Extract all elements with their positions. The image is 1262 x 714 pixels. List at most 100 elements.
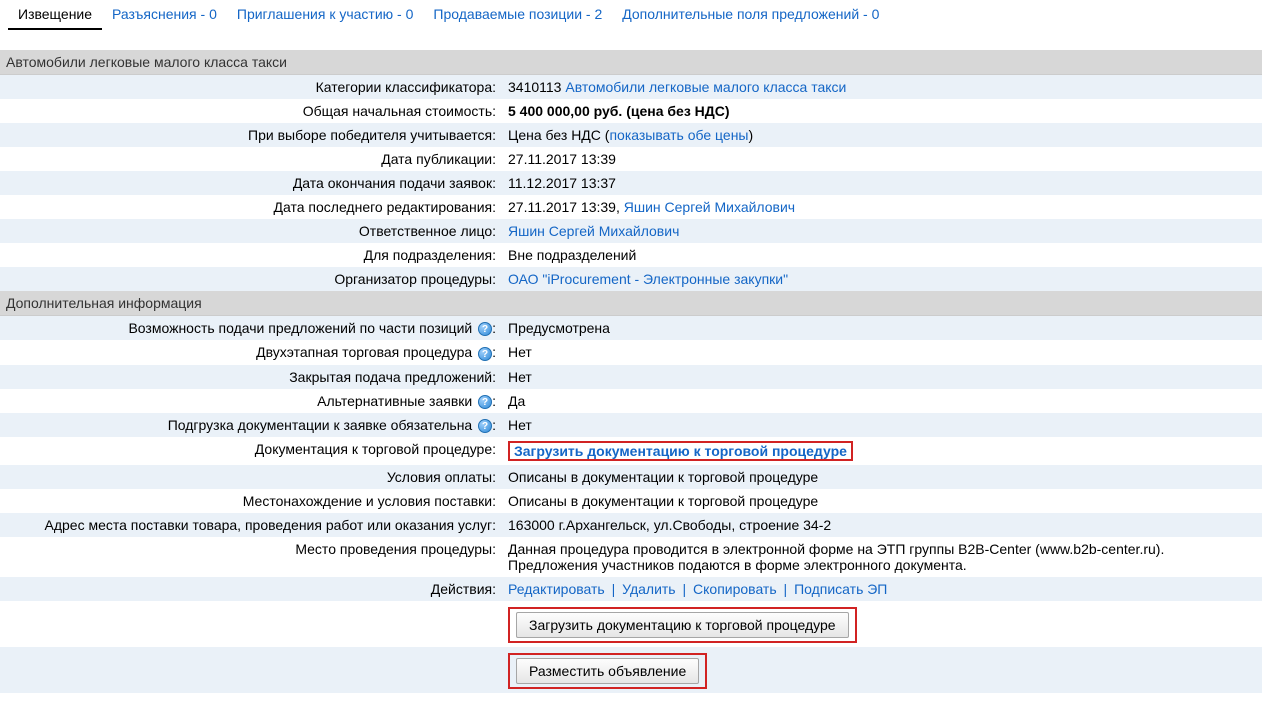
label-twostage: Двухэтапная торговая процедура ?: (0, 340, 502, 364)
label-address: Адрес места поставки товара, проведения … (0, 513, 502, 537)
help-icon[interactable]: ? (478, 322, 492, 336)
label-winner: При выборе победителя учитывается: (0, 123, 502, 147)
separator: | (781, 581, 791, 597)
upload-documentation-button[interactable]: Загрузить документацию к торговой процед… (516, 612, 849, 638)
table-row: Условия оплаты: Описаны в документации к… (0, 465, 1262, 489)
value-dept: Вне подразделений (502, 243, 1262, 267)
classifier-link[interactable]: Автомобили легковые малого класса такси (565, 79, 846, 95)
highlight-box: Загрузить документацию к торговой процед… (508, 607, 857, 643)
value-docproc: Загрузить документацию к торговой процед… (502, 437, 1262, 465)
responsible-link[interactable]: Яшин Сергей Михайлович (508, 223, 679, 239)
table-row: Возможность подачи предложений по части … (0, 316, 1262, 340)
label-dept: Для подразделения: (0, 243, 502, 267)
label-org: Организатор процедуры: (0, 267, 502, 291)
label-alt: Альтернативные заявки ?: (0, 389, 502, 413)
edit-link[interactable]: Редактировать (508, 581, 605, 597)
highlight-box: Разместить объявление (508, 653, 707, 689)
highlight-box: Загрузить документацию к торговой процед… (508, 441, 853, 461)
label-docreq: Подгрузка документации к заявке обязател… (0, 413, 502, 437)
table-row: Действия: Редактировать | Удалить | Скоп… (0, 577, 1262, 601)
label-delivery: Местонахождение и условия поставки: (0, 489, 502, 513)
value-classifier: 3410113 Автомобили легковые малого класс… (502, 75, 1262, 99)
value-deadline: 11.12.2017 13:37 (502, 171, 1262, 195)
table-row: Дата окончания подачи заявок: 11.12.2017… (0, 171, 1262, 195)
value-responsible: Яшин Сергей Михайлович (502, 219, 1262, 243)
value-actions: Редактировать | Удалить | Скопировать | … (502, 577, 1262, 601)
help-icon[interactable]: ? (478, 419, 492, 433)
value-org: ОАО "iProcurement - Электронные закупки" (502, 267, 1262, 291)
value-pub: 27.11.2017 13:39 (502, 147, 1262, 171)
value-address: 163000 г.Архангельск, ул.Свободы, строен… (502, 513, 1262, 537)
label-responsible: Ответственное лицо: (0, 219, 502, 243)
table-row: Документация к торговой процедуре: Загру… (0, 437, 1262, 465)
info-table-additional: Возможность подачи предложений по части … (0, 316, 1262, 693)
tab-clarifications[interactable]: Разъяснения - 0 (102, 0, 227, 30)
table-row: Адрес места поставки товара, проведения … (0, 513, 1262, 537)
table-row: Дата публикации: 27.11.2017 13:39 (0, 147, 1262, 171)
lastedit-date: 27.11.2017 13:39, (508, 199, 624, 215)
tab-label: Продаваемые позиции - 2 (433, 6, 602, 22)
value-delivery: Описаны в документации к торговой процед… (502, 489, 1262, 513)
table-row: Дата последнего редактирования: 27.11.20… (0, 195, 1262, 219)
tab-notice[interactable]: Извещение (8, 0, 102, 30)
help-icon[interactable]: ? (478, 395, 492, 409)
label-payment: Условия оплаты: (0, 465, 502, 489)
label-actions: Действия: (0, 577, 502, 601)
table-row: Альтернативные заявки ?: Да (0, 389, 1262, 413)
value-payment: Описаны в документации к торговой процед… (502, 465, 1262, 489)
label-partial: Возможность подачи предложений по части … (0, 316, 502, 340)
tab-label: Дополнительные поля предложений - 0 (622, 6, 879, 22)
table-row: Ответственное лицо: Яшин Сергей Михайлов… (0, 219, 1262, 243)
table-row: Подгрузка документации к заявке обязател… (0, 413, 1262, 437)
section-title-additional: Дополнительная информация (0, 291, 1262, 316)
value-closed: Нет (502, 365, 1262, 389)
tab-label: Приглашения к участию - 0 (237, 6, 414, 22)
publish-button[interactable]: Разместить объявление (516, 658, 699, 684)
section-title-main: Автомобили легковые малого класса такси (0, 50, 1262, 75)
info-table-main: Категории классификатора: 3410113 Автомо… (0, 75, 1262, 291)
table-row: Место проведения процедуры: Данная проце… (0, 537, 1262, 577)
value-venue: Данная процедура проводится в электронно… (502, 537, 1262, 577)
tab-positions[interactable]: Продаваемые позиции - 2 (423, 0, 612, 30)
label-pub: Дата публикации: (0, 147, 502, 171)
table-row: Организатор процедуры: ОАО "iProcurement… (0, 267, 1262, 291)
tab-label: Извещение (18, 6, 92, 22)
table-row: Местонахождение и условия поставки: Опис… (0, 489, 1262, 513)
tab-extra-fields[interactable]: Дополнительные поля предложений - 0 (612, 0, 889, 30)
classifier-code: 3410113 (508, 79, 561, 95)
label-deadline: Дата окончания подачи заявок: (0, 171, 502, 195)
copy-link[interactable]: Скопировать (693, 581, 777, 597)
help-icon[interactable]: ? (478, 347, 492, 361)
separator: | (679, 581, 689, 597)
value-winner: Цена без НДС (показывать обе цены) (502, 123, 1262, 147)
table-row: Двухэтапная торговая процедура ?: Нет (0, 340, 1262, 364)
tabs-bar: Извещение Разъяснения - 0 Приглашения к … (0, 0, 1262, 30)
table-row: Для подразделения: Вне подразделений (0, 243, 1262, 267)
winner-close: ) (748, 127, 753, 143)
value-lastedit: 27.11.2017 13:39, Яшин Сергей Михайлович (502, 195, 1262, 219)
tab-label: Разъяснения - 0 (112, 6, 217, 22)
table-row: Загрузить документацию к торговой процед… (0, 601, 1262, 647)
label-venue: Место проведения процедуры: (0, 537, 502, 577)
label-docproc: Документация к торговой процедуре: (0, 437, 502, 465)
table-row: При выборе победителя учитывается: Цена … (0, 123, 1262, 147)
label-classifier: Категории классификатора: (0, 75, 502, 99)
table-row: Разместить объявление (0, 647, 1262, 693)
tab-invitations[interactable]: Приглашения к участию - 0 (227, 0, 424, 30)
value-twostage: Нет (502, 340, 1262, 364)
organizer-link[interactable]: ОАО "iProcurement - Электронные закупки" (508, 271, 788, 287)
value-alt: Да (502, 389, 1262, 413)
value-partial: Предусмотрена (502, 316, 1262, 340)
separator: | (609, 581, 619, 597)
table-row: Категории классификатора: 3410113 Автомо… (0, 75, 1262, 99)
show-both-prices-link[interactable]: показывать обе цены (609, 127, 748, 143)
lastedit-user-link[interactable]: Яшин Сергей Михайлович (624, 199, 795, 215)
table-row: Общая начальная стоимость: 5 400 000,00 … (0, 99, 1262, 123)
value-total: 5 400 000,00 руб. (цена без НДС) (502, 99, 1262, 123)
value-docreq: Нет (502, 413, 1262, 437)
winner-text: Цена без НДС ( (508, 127, 609, 143)
label-closed: Закрытая подача предложений: (0, 365, 502, 389)
upload-documentation-link[interactable]: Загрузить документацию к торговой процед… (514, 443, 847, 459)
sign-link[interactable]: Подписать ЭП (794, 581, 887, 597)
delete-link[interactable]: Удалить (622, 581, 675, 597)
